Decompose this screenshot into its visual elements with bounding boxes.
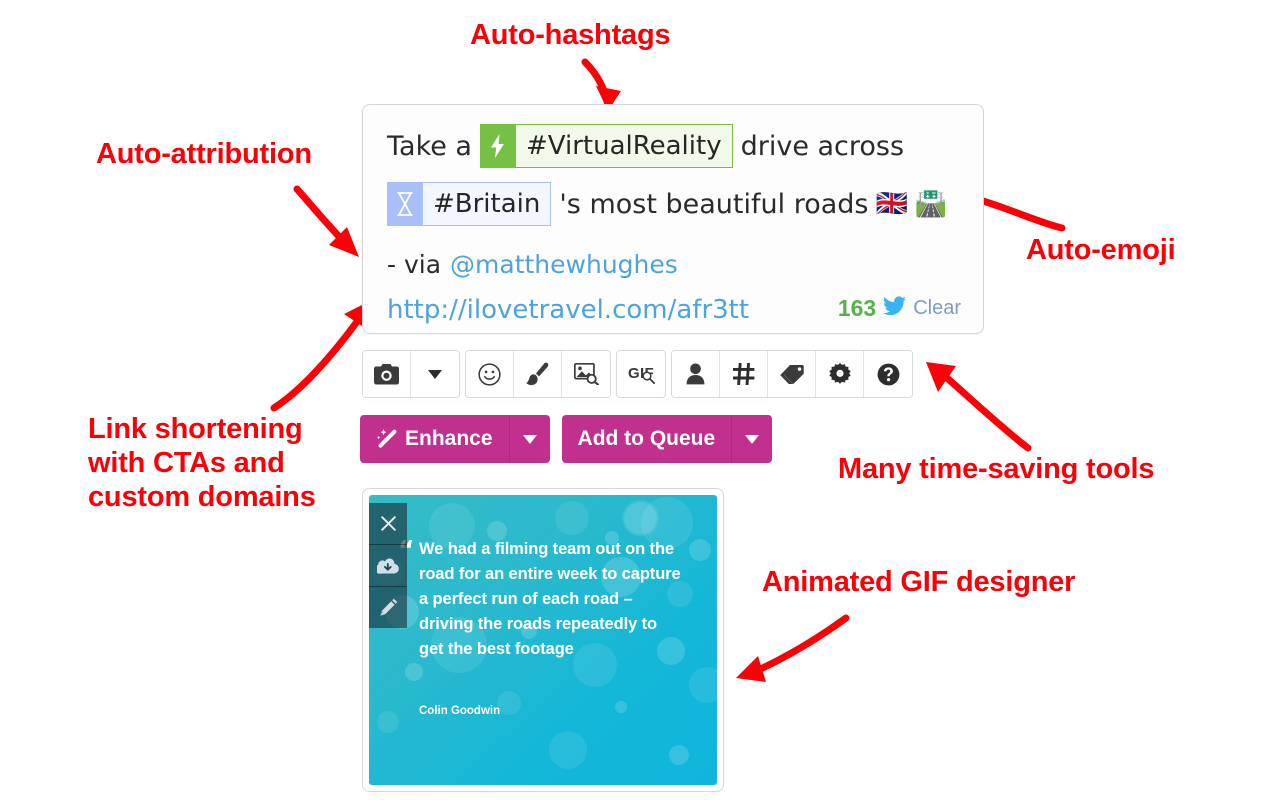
gif-canvas[interactable]: “ We had a filming team out on the road … bbox=[369, 495, 717, 785]
gif-search-icon[interactable]: GIF bbox=[617, 351, 665, 397]
camera-icon[interactable] bbox=[363, 351, 411, 397]
magic-wand-icon bbox=[376, 428, 398, 450]
clear-button[interactable]: Clear bbox=[913, 297, 961, 320]
composer-text-prefix: Take a bbox=[387, 130, 472, 162]
enhance-button[interactable]: Enhance bbox=[360, 415, 509, 463]
add-to-queue-button[interactable]: Add to Queue bbox=[561, 415, 732, 463]
composer-line-2: #Britain 's most beautiful roads 🇬🇧 🛣️ bbox=[387, 179, 947, 229]
pencil-icon[interactable] bbox=[369, 587, 407, 628]
annotation-auto-hashtags: Auto-hashtags bbox=[470, 19, 671, 51]
gif-quote-text: We had a filming team out on the road fo… bbox=[419, 540, 681, 659]
bokeh-dot bbox=[555, 501, 589, 535]
tag-icon[interactable] bbox=[768, 351, 816, 397]
composer-toolbar: GIF bbox=[362, 350, 913, 398]
bokeh-dot bbox=[689, 667, 717, 703]
annotation-auto-attribution: Auto-attribution bbox=[96, 138, 312, 170]
toolbar-group-media bbox=[362, 350, 460, 398]
chevron-down-icon bbox=[522, 434, 537, 444]
enhance-label: Enhance bbox=[405, 427, 493, 450]
image-search-icon[interactable] bbox=[562, 351, 610, 397]
character-counter: 163 Clear bbox=[838, 295, 961, 322]
queue-group: Add to Queue bbox=[561, 415, 773, 463]
character-count: 163 bbox=[837, 295, 877, 321]
tweet-composer[interactable]: Take a #VirtualReality drive across #Bri… bbox=[362, 104, 984, 334]
hashtag-chip-label: #VirtualReality bbox=[515, 124, 733, 168]
composer-text-suffix: drive across bbox=[740, 130, 905, 162]
hashtag-icon[interactable] bbox=[720, 351, 768, 397]
composer-actions: Enhance Add to Queue bbox=[360, 415, 773, 463]
help-icon[interactable] bbox=[864, 351, 912, 397]
bokeh-dot bbox=[405, 663, 423, 681]
shortened-link[interactable]: http://ilovetravel.com/afr3tt bbox=[387, 295, 749, 325]
chevron-down-icon[interactable] bbox=[411, 351, 459, 397]
smiley-icon[interactable] bbox=[466, 351, 514, 397]
bokeh-dot bbox=[615, 701, 627, 713]
screenshot-stage: Auto-hashtags Auto-attribution Auto-emoj… bbox=[0, 0, 1280, 800]
hourglass-icon bbox=[387, 182, 423, 226]
bokeh-dot bbox=[377, 711, 399, 733]
annotation-auto-emoji: Auto-emoji bbox=[1026, 234, 1176, 266]
bokeh-dot bbox=[497, 691, 521, 715]
bokeh-dot bbox=[669, 745, 689, 765]
uk-flag-emoji: 🇬🇧 bbox=[875, 189, 908, 219]
attribution-mention[interactable]: @matthewhughes bbox=[450, 250, 678, 279]
attribution-prefix: - via bbox=[387, 249, 442, 279]
lightning-bolt-icon bbox=[479, 124, 516, 168]
toolbar-group-tools bbox=[671, 350, 913, 398]
annotation-gif-designer: Animated GIF designer bbox=[762, 566, 1076, 598]
twitter-bird-icon bbox=[883, 295, 907, 322]
person-icon[interactable] bbox=[672, 351, 720, 397]
composer-line2-text: 's most beautiful roads bbox=[559, 188, 869, 220]
gif-quote-author: Colin Goodwin bbox=[419, 705, 501, 717]
bokeh-dot bbox=[689, 539, 711, 561]
composer-line-3: - via @matthewhughes bbox=[387, 243, 678, 285]
gif-tool-rail bbox=[369, 503, 407, 628]
annotation-time-saving-tools: Many time-saving tools bbox=[838, 453, 1155, 485]
hashtag-chip-britain[interactable]: #Britain bbox=[387, 182, 552, 226]
motorway-emoji: 🛣️ bbox=[914, 189, 948, 219]
toolbar-group-content bbox=[465, 350, 611, 398]
enhance-dropdown-button[interactable] bbox=[508, 415, 550, 463]
hashtag-chip-virtualreality[interactable]: #VirtualReality bbox=[479, 124, 733, 168]
annotation-link-shortening: Link shortening with CTAs and custom dom… bbox=[88, 413, 316, 514]
gif-designer-panel[interactable]: “ We had a filming team out on the road … bbox=[362, 488, 724, 792]
add-to-queue-label: Add to Queue bbox=[577, 427, 716, 450]
composer-line-4: http://ilovetravel.com/afr3tt bbox=[387, 289, 749, 331]
queue-dropdown-button[interactable] bbox=[731, 415, 773, 463]
toolbar-group-gif: GIF bbox=[616, 350, 666, 398]
arrow-gif-designer bbox=[736, 614, 850, 682]
cloud-download-icon[interactable] bbox=[369, 545, 407, 587]
composer-line-1: Take a #VirtualReality drive across bbox=[387, 121, 904, 171]
bokeh-dot bbox=[549, 731, 587, 769]
hashtag-chip-label: #Britain bbox=[423, 182, 552, 226]
paintbrush-icon[interactable] bbox=[514, 351, 562, 397]
arrow-time-saving-tools bbox=[926, 362, 1032, 452]
gear-icon[interactable] bbox=[816, 351, 864, 397]
close-icon[interactable] bbox=[369, 503, 407, 545]
chevron-down-icon bbox=[745, 434, 760, 444]
enhance-group: Enhance bbox=[360, 415, 550, 463]
